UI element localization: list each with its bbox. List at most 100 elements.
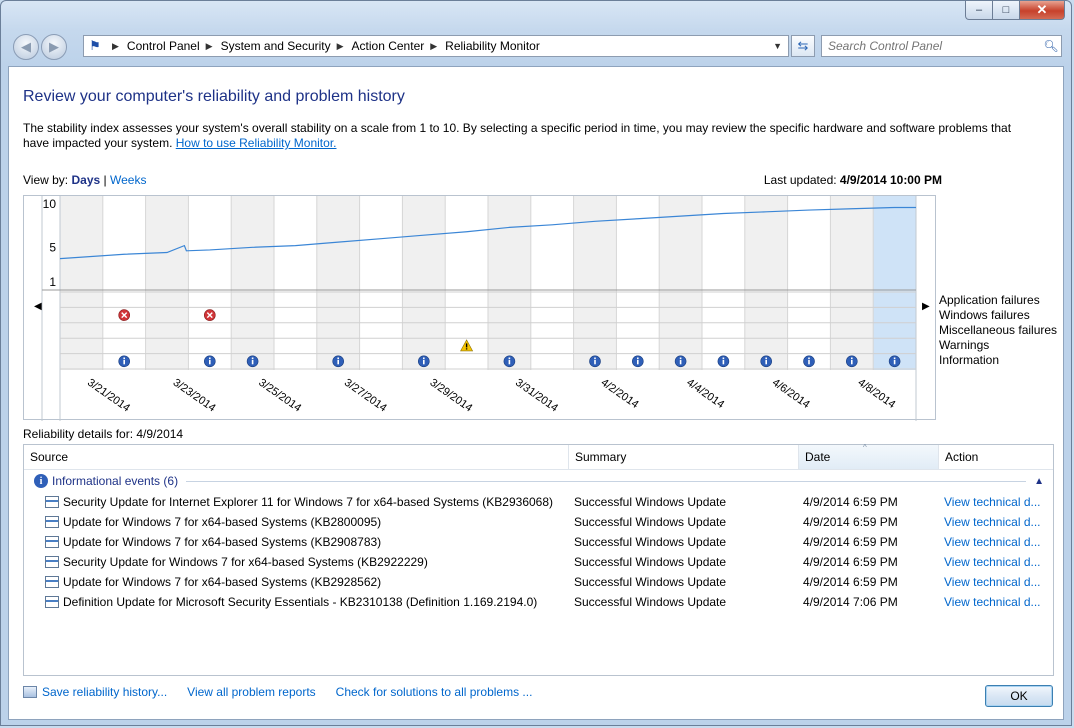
day-column[interactable] (787, 196, 831, 370)
col-source[interactable]: Source (24, 445, 569, 469)
search-box[interactable]: 🔍︎ (821, 35, 1062, 57)
maximize-button[interactable]: □ (993, 1, 1020, 20)
row-date: 4/9/2014 6:59 PM (803, 495, 898, 509)
table-row[interactable]: Update for Windows 7 for x64-based Syste… (24, 532, 1053, 552)
info-mark (251, 359, 254, 365)
row-action-link[interactable]: View technical d... (944, 555, 1041, 569)
info-dot (337, 357, 339, 359)
breadcrumb-action-center[interactable]: Action Center ▶ (352, 39, 446, 53)
day-column[interactable] (702, 196, 745, 370)
col-action[interactable]: Action (939, 445, 1053, 469)
day-column[interactable] (145, 196, 189, 370)
row-source: Security Update for Windows 7 for x64-ba… (63, 555, 428, 569)
table-row[interactable]: Security Update for Windows 7 for x64-ba… (24, 552, 1053, 572)
update-icon (45, 576, 59, 588)
search-icon[interactable]: 🔍︎ (1041, 39, 1061, 53)
address-bar[interactable]: ⚑ ▶ Control Panel ▶ System and Security ▶ … (83, 35, 789, 57)
view-weeks-link[interactable]: Weeks (110, 173, 146, 187)
update-icon (45, 516, 59, 528)
day-column[interactable] (188, 196, 232, 370)
row-summary: Successful Windows Update (574, 535, 727, 549)
close-button[interactable]: ✕ (1020, 1, 1065, 20)
table-row[interactable]: Security Update for Internet Explorer 11… (24, 492, 1053, 512)
check-solutions-link[interactable]: Check for solutions to all problems ... (336, 685, 533, 699)
chevron-right-icon[interactable]: ▶ (430, 41, 437, 52)
page-title: Review your computer's reliability and p… (23, 88, 405, 105)
table-row[interactable]: Definition Update for Microsoft Security… (24, 592, 1053, 612)
caption-buttons: – □ ✕ (965, 1, 1065, 20)
day-column[interactable] (530, 196, 574, 370)
refresh-icon: ⇆ (797, 38, 809, 53)
breadcrumb-system-security[interactable]: System and Security ▶ (221, 39, 352, 53)
info-dot (209, 357, 211, 359)
refresh-button[interactable]: ⇆ (791, 35, 815, 57)
collapse-icon[interactable]: ▲ (1034, 476, 1044, 487)
ok-button[interactable]: OK (985, 685, 1053, 707)
y-tick-label: 1 (49, 275, 56, 289)
row-action-link[interactable]: View technical d... (944, 535, 1041, 549)
day-column[interactable] (659, 196, 702, 370)
view-problem-reports-link[interactable]: View all problem reports (187, 685, 316, 699)
help-link[interactable]: How to use Reliability Monitor. (176, 136, 337, 150)
update-icon (45, 496, 59, 508)
table-row[interactable]: Update for Windows 7 for x64-based Syste… (24, 512, 1053, 532)
table-row[interactable]: Update for Windows 7 for x64-based Syste… (24, 572, 1053, 592)
search-input[interactable] (822, 38, 1041, 54)
x-tick-label: 4/6/2014 (770, 377, 812, 411)
row-action-link[interactable]: View technical d... (944, 595, 1041, 609)
group-header[interactable]: i Informational events (6) ▲ (34, 472, 1044, 490)
col-date[interactable]: ^ Date (799, 443, 939, 469)
day-column[interactable] (830, 196, 874, 370)
day-column[interactable] (274, 196, 317, 370)
forward-button[interactable]: ▶ (41, 34, 67, 60)
row-summary: Successful Windows Update (574, 575, 727, 589)
col-summary[interactable]: Summary (569, 445, 799, 469)
breadcrumb-control-panel[interactable]: Control Panel ▶ (127, 39, 221, 53)
info-dot (679, 357, 682, 359)
x-tick-label: 4/8/2014 (855, 377, 897, 411)
chevron-right-icon[interactable]: ▶ (337, 41, 344, 52)
info-mark (508, 359, 511, 365)
scroll-left-arrow[interactable]: ◀ (34, 301, 42, 312)
day-column[interactable] (231, 196, 274, 370)
breadcrumb-reliability-monitor[interactable]: Reliability Monitor (445, 39, 540, 53)
day-column[interactable] (60, 196, 103, 370)
day-column[interactable] (616, 196, 660, 370)
day-column[interactable] (488, 196, 531, 370)
row-source: Security Update for Internet Explorer 11… (63, 495, 554, 509)
day-column[interactable] (402, 196, 446, 370)
minimize-button[interactable]: – (965, 1, 993, 20)
x-tick-label: 3/23/2014 (171, 377, 218, 415)
row-action-link[interactable]: View technical d... (944, 515, 1041, 529)
info-dot (594, 357, 596, 359)
day-column[interactable] (873, 196, 916, 370)
chevron-right-icon[interactable]: ▶ (206, 41, 213, 52)
update-icon (45, 556, 59, 568)
day-column[interactable] (359, 196, 403, 370)
day-column[interactable] (316, 196, 360, 370)
row-source: Update for Windows 7 for x64-based Syste… (63, 575, 382, 589)
scroll-right-arrow[interactable]: ▶ (922, 301, 930, 312)
view-days-link[interactable]: Days (71, 173, 100, 187)
x-tick-label: 4/4/2014 (684, 377, 726, 411)
info-mark (679, 359, 682, 365)
row-date: 4/9/2014 6:59 PM (803, 555, 898, 569)
reliability-chart-svg[interactable]: 10 5 1 ◀ ▶ 3/21/2014 3/23/2014 3/25/2014 3/27/20… (24, 196, 937, 421)
save-history-link[interactable]: Save reliability history... (42, 685, 167, 699)
back-button[interactable]: ◀ (13, 34, 39, 60)
x-tick-label: 3/21/2014 (85, 377, 132, 415)
chevron-right-icon[interactable]: ▶ (112, 41, 119, 52)
reliability-monitor-window: – □ ✕ ◀ ▶ ⚑ ▶ Control Panel ▶ System and … (0, 0, 1072, 726)
info-mark (637, 359, 639, 365)
chevron-down-icon[interactable]: ▼ (773, 41, 782, 51)
info-mark (423, 359, 425, 365)
page-description: The stability index assesses your system… (23, 121, 1012, 150)
day-column[interactable] (744, 196, 788, 370)
chart-legend: Application failures Windows failures Mi… (939, 293, 1057, 368)
row-action-link[interactable]: View technical d... (944, 495, 1041, 509)
row-action-link[interactable]: View technical d... (944, 575, 1041, 589)
x-tick-label: 3/27/2014 (342, 377, 389, 415)
day-column[interactable] (102, 196, 146, 370)
save-icon (23, 686, 37, 698)
reliability-chart[interactable]: 10 5 1 ◀ ▶ 3/21/2014 3/23/2014 3/25/2014 3/27/20… (23, 195, 937, 421)
